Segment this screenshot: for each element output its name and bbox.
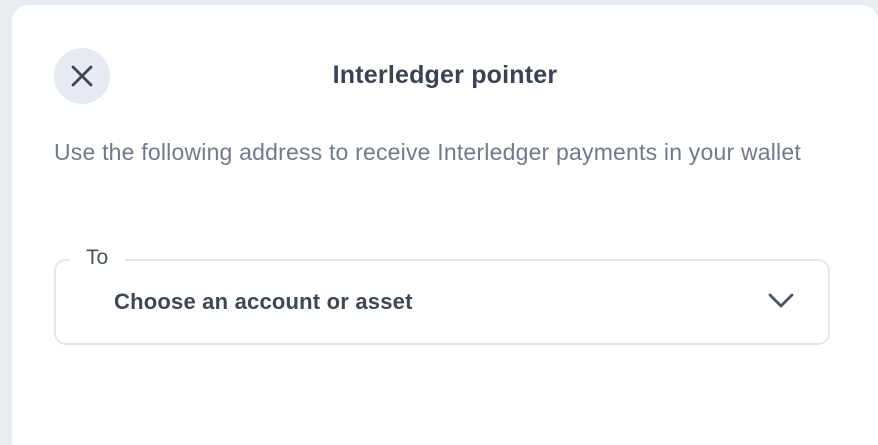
account-asset-select[interactable]: To Choose an account or asset [54, 244, 830, 345]
dialog-title: Interledger pointer [332, 61, 558, 89]
chevron-down-icon [768, 293, 794, 309]
interledger-pointer-dialog: Interledger pointer Use the following ad… [12, 5, 878, 445]
select-value: Choose an account or asset [114, 289, 413, 314]
select-label: To [70, 244, 126, 272]
dialog-description: Use the following address to receive Int… [54, 139, 801, 165]
